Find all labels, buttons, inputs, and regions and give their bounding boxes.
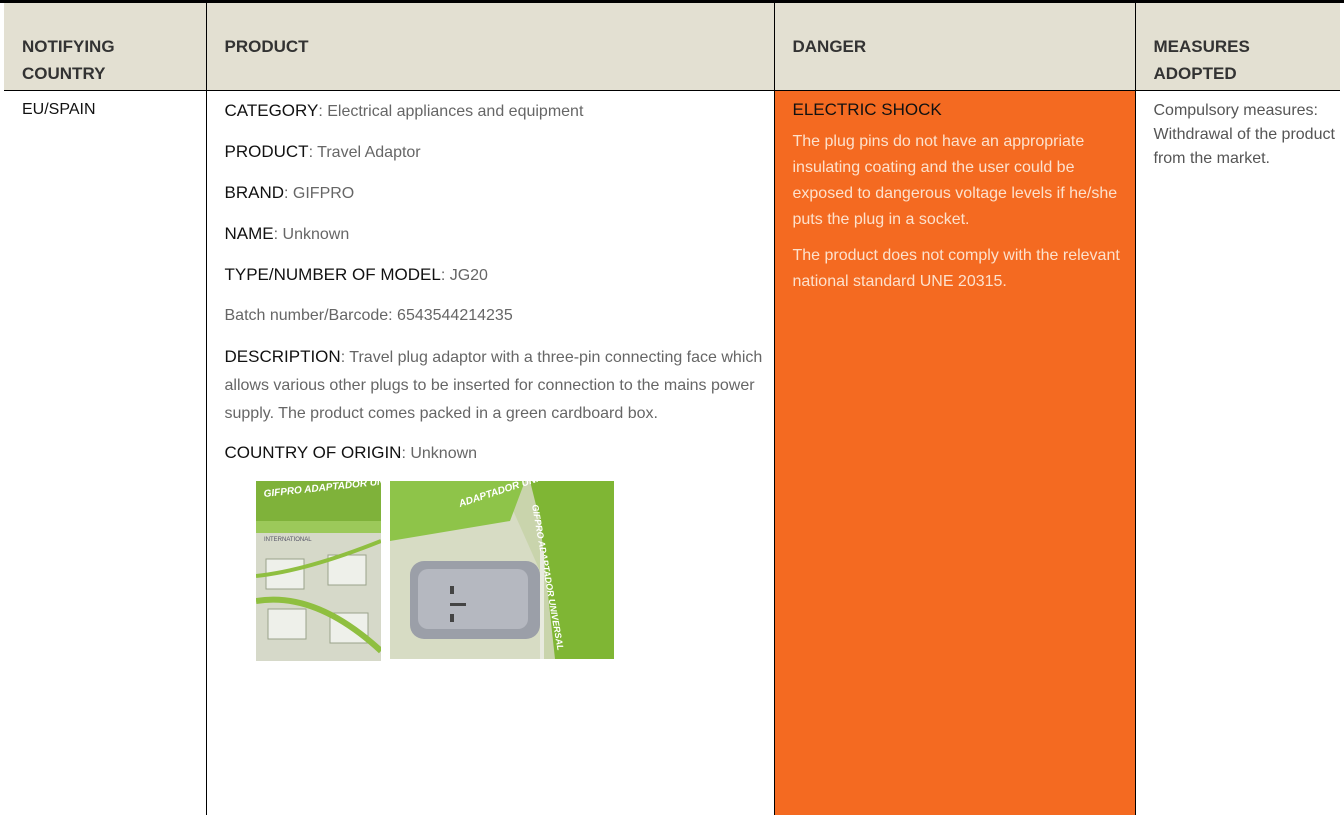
origin-key: COUNTRY OF ORIGIN [224, 442, 402, 462]
name-line: NAME: Unknown [224, 223, 350, 243]
description-line: DESCRIPTION: Travel plug adaptor with a … [224, 346, 763, 422]
header-notifying-country: NOTIFYING COUNTRY [4, 3, 206, 91]
model-line: TYPE/NUMBER OF MODEL: JG20 [224, 264, 488, 284]
product-value: Travel Adaptor [317, 143, 421, 161]
header-danger: DANGER [773, 3, 1135, 91]
description-key: DESCRIPTION [224, 346, 341, 366]
name-key: NAME [224, 223, 274, 243]
danger-cell: ELECTRIC SHOCK The plug pins do not have… [773, 90, 1135, 815]
danger-compliance-note: The product does not comply with the rel… [792, 246, 1120, 290]
model-value: JG20 [449, 266, 488, 284]
brand-line: BRAND: GIFPRO [224, 182, 355, 202]
model-key: TYPE/NUMBER OF MODEL [224, 264, 441, 284]
notifying-country: EU/SPAIN [22, 100, 96, 118]
country-cell: EU/SPAIN [4, 90, 206, 815]
table-row: EU/SPAIN CATEGORY: Electrical appliances… [4, 90, 1340, 815]
measures-adopted-text: Compulsory measures: Withdrawal of the p… [1153, 101, 1335, 167]
product-key: PRODUCT [224, 141, 309, 161]
origin-line: COUNTRY OF ORIGIN: Unknown [224, 442, 478, 462]
header-product: PRODUCT [205, 3, 774, 91]
header-measures-adopted: MEASURES ADOPTED [1134, 3, 1340, 91]
rapex-alert-table: NOTIFYING COUNTRY PRODUCT DANGER MEASURE… [4, 3, 1340, 815]
product-line: PRODUCT: Travel Adaptor [224, 141, 421, 161]
brand-key: BRAND [224, 182, 285, 202]
product-photo-box-front: GIFPRO ADAPTADOR UNIVERSAL INTERNATIONAL [255, 480, 381, 661]
product-photo-adaptor: ADAPTADOR UNIVERSAL GIFPRO ADAPTADOR UNI… [389, 480, 614, 659]
category-line: CATEGORY: Electrical appliances and equi… [224, 100, 584, 120]
product-cell: CATEGORY: Electrical appliances and equi… [205, 90, 774, 815]
category-value: Electrical appliances and equipment [327, 102, 584, 120]
brand-value: GIFPRO [292, 184, 355, 202]
batch-line: Batch number/Barcode: 6543544214235 [224, 306, 513, 324]
category-key: CATEGORY [224, 100, 319, 120]
danger-description: The plug pins do not have an appropriate… [792, 132, 1118, 228]
photo-1-subtitle: INTERNATIONAL [264, 537, 312, 543]
product-photos: GIFPRO ADAPTADOR UNIVERSAL INTERNATIONAL [225, 480, 774, 661]
measures-cell: Compulsory measures: Withdrawal of the p… [1134, 90, 1340, 815]
header-row: NOTIFYING COUNTRY PRODUCT DANGER MEASURE… [4, 3, 1340, 91]
name-value: Unknown [282, 225, 350, 243]
danger-title: ELECTRIC SHOCK [792, 99, 942, 119]
origin-value: Unknown [410, 444, 478, 462]
